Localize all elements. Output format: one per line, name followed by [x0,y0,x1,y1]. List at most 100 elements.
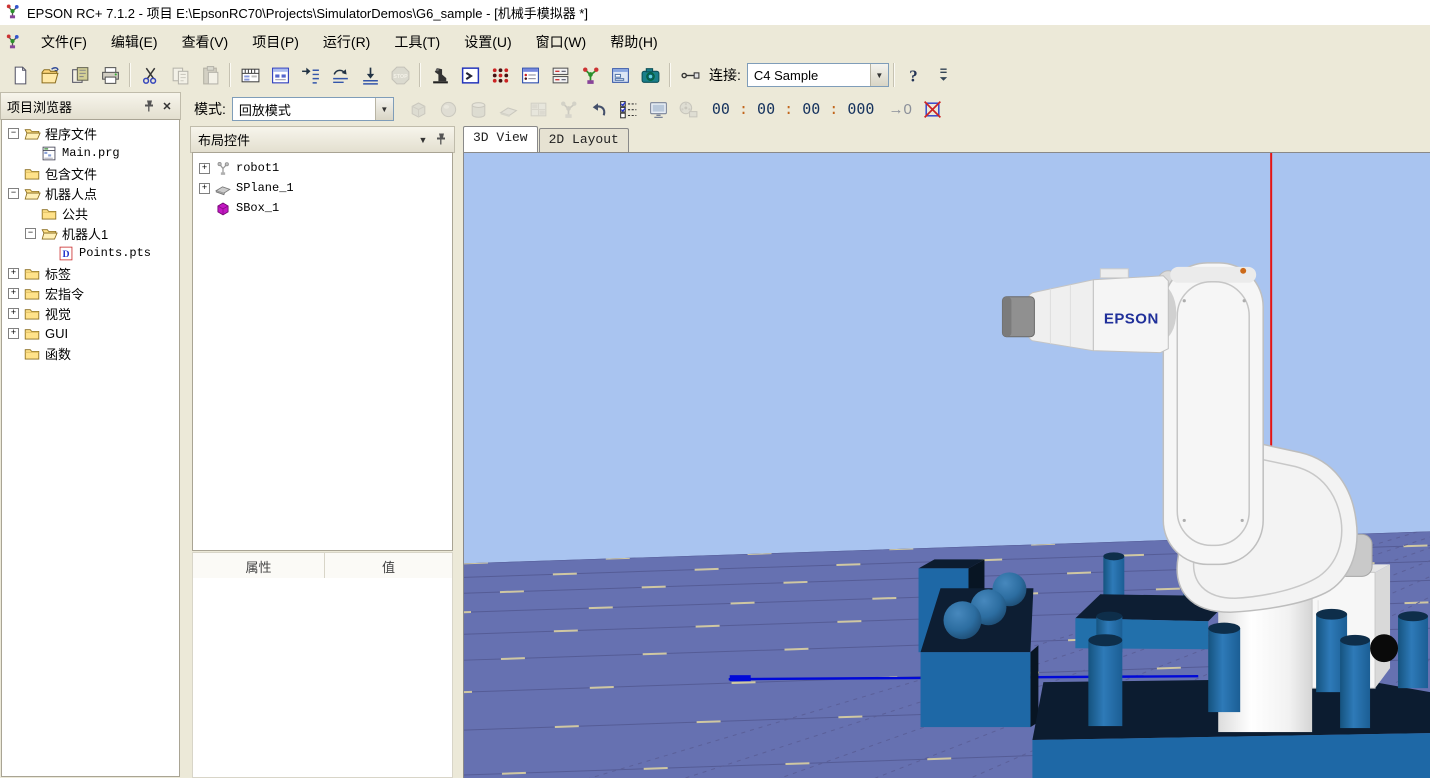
new-file-button[interactable] [6,61,34,89]
tree-item-points-pts[interactable]: DPoints.pts [2,243,179,263]
toolbar-overflow-button[interactable] [930,61,958,89]
robot-sm-icon [214,160,232,177]
box-magenta-icon [214,200,232,217]
command-window-button[interactable] [456,61,484,89]
macro-button[interactable] [546,61,574,89]
tree-item-functions[interactable]: 函数 [2,343,179,363]
pin-icon[interactable] [432,131,450,148]
tree-expander-plus[interactable] [199,163,210,174]
tree-item-robot1-node[interactable]: robot1 [193,158,452,178]
monitor-icon [648,99,669,120]
menu-project[interactable]: 项目(P) [240,28,311,56]
main-toolbar: STOP 连接: C4 Sample▼? [0,58,1430,93]
points-file-icon: D [57,245,75,262]
io-label-editor-button[interactable] [236,61,264,89]
mdi-child-icon[interactable] [4,33,23,52]
tree-item-include-files[interactable]: 包含文件 [2,163,179,183]
3d-viewport[interactable]: EPSON [463,152,1430,778]
tree-item-main-prg[interactable]: Main.prg [2,143,179,163]
menu-file[interactable]: 文件(F) [29,28,99,56]
cut-icon [140,65,161,86]
pin-icon[interactable] [140,98,158,115]
open-file-button[interactable] [36,61,64,89]
folder-icon [40,205,58,222]
tree-expander-minus[interactable] [25,228,36,239]
tree-item-macros[interactable]: 宏指令 [2,283,179,303]
print-button[interactable] [96,61,124,89]
tree-item-program-files[interactable]: 程序文件 [2,123,179,143]
tree-expander-minus[interactable] [8,128,19,139]
program-file-icon [40,145,58,162]
stop-button: STOP [386,61,414,89]
tree-expander-minus[interactable] [8,188,19,199]
mode-select[interactable]: 回放模式▼ [232,97,394,121]
tree-expander-plus[interactable] [8,268,19,279]
display-settings-button[interactable] [645,95,673,123]
tree-item-robot-1[interactable]: 机器人1 [2,223,179,243]
connect-label: 连接: [709,65,741,85]
folder-icon [23,285,41,302]
connection-select[interactable]: C4 Sample▼ [747,63,889,87]
close-icon[interactable]: ✕ [158,98,176,115]
record-video-button [675,95,703,123]
chevron-down-icon[interactable]: ▼ [870,64,888,86]
project-explorer-title: 项目浏览器 [7,97,140,116]
menu-run[interactable]: 运行(R) [311,28,382,56]
task-manager-button[interactable] [516,61,544,89]
toolbar-separator [893,63,895,87]
undo-button[interactable] [585,95,613,123]
menu-window[interactable]: 窗口(W) [524,28,599,56]
tree-item-common[interactable]: 公共 [2,203,179,223]
app-icon [4,3,21,20]
simulator-button[interactable] [576,61,604,89]
tree-expander-plus[interactable] [8,288,19,299]
chevron-down-icon[interactable]: ▼ [414,131,432,148]
menu-help[interactable]: 帮助(H) [598,28,669,56]
jog-list-icon [618,99,639,120]
menu-tools[interactable]: 工具(T) [382,28,452,56]
menu-edit[interactable]: 编辑(E) [99,28,170,56]
run-window-button[interactable] [266,61,294,89]
tree-item-splane-node[interactable]: SPlane_1 [193,178,452,198]
chevron-down-icon[interactable]: ▼ [375,98,393,120]
sphere-icon [438,99,459,120]
hide-virtual-controller-button[interactable] [919,95,947,123]
tree-item-sbox-node[interactable]: SBox_1 [193,198,452,218]
tree-expander-plus[interactable] [199,183,210,194]
cylinder-top [1398,611,1428,621]
hand-robot-icon [558,99,579,120]
tab-2d-layout[interactable]: 2D Layout [539,128,629,152]
app-icon [4,33,21,50]
tree-item-labels[interactable]: 标签 [2,263,179,283]
walk-button[interactable] [356,61,384,89]
tree-item-gui[interactable]: GUI [2,323,179,343]
jog-settings-button[interactable] [615,95,643,123]
menu-view[interactable]: 查看(V) [170,28,241,56]
open-project-button[interactable] [66,61,94,89]
step-over-button[interactable] [326,61,354,89]
folder-icon [40,205,58,222]
macro-list-icon [550,65,571,86]
task-manager-icon [520,65,541,86]
io-monitor-button[interactable] [486,61,514,89]
toolbar-separator [129,63,131,87]
copy-icon [170,65,191,86]
tree-item-robot-points[interactable]: 机器人点 [2,183,179,203]
tab-3d-view[interactable]: 3D View [463,126,538,152]
help-button[interactable]: ? [900,61,928,89]
tree-item-label: 公共 [62,204,88,223]
step-into-button[interactable] [296,61,324,89]
connect-icon-button[interactable] [676,61,704,89]
step-continue-icon [360,65,381,86]
gui-builder-button[interactable] [606,61,634,89]
panel-splitter[interactable] [181,92,190,778]
tree-expander-plus[interactable] [8,308,19,319]
folder-icon [23,325,41,342]
cut-button[interactable] [136,61,164,89]
vision-button[interactable] [636,61,664,89]
tree-item-vision[interactable]: 视觉 [2,303,179,323]
menu-setup[interactable]: 设置(U) [452,28,523,56]
robot-manager-button[interactable] [426,61,454,89]
tree-item-label: 包含文件 [45,164,97,183]
tree-expander-plus[interactable] [8,328,19,339]
